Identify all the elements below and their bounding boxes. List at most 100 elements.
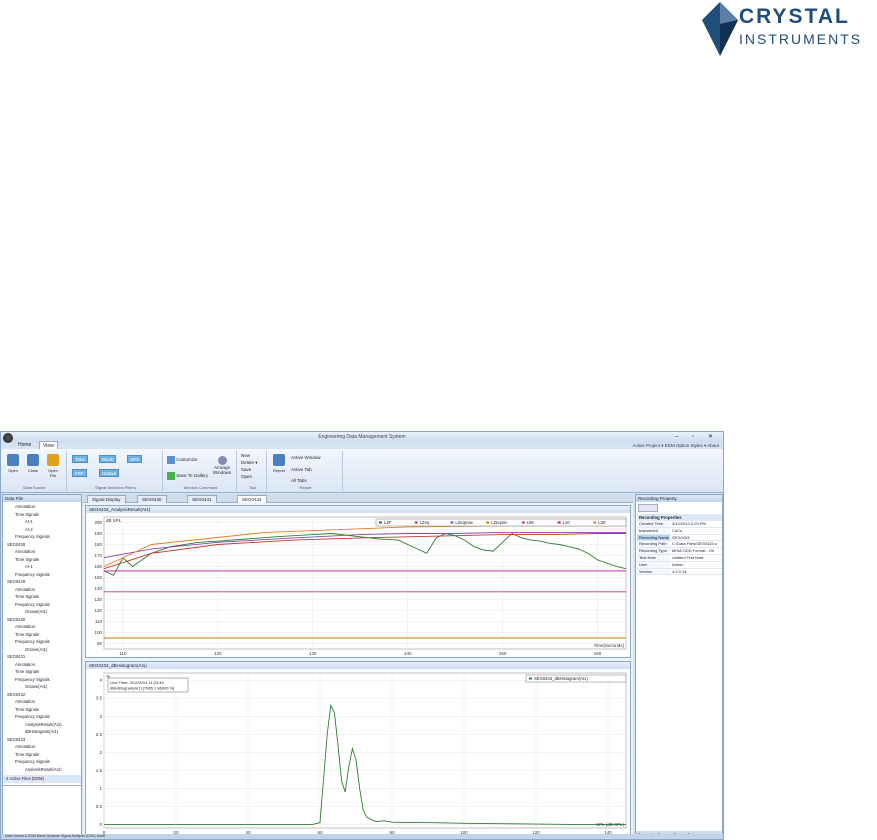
tree-node[interactable]: AI-1: [3, 563, 81, 571]
chip-octave[interactable]: Octave: [99, 469, 120, 477]
tree-node[interactable]: Frequency Signals: [3, 676, 81, 684]
tree-node[interactable]: Annotation: [3, 743, 81, 751]
property-row[interactable]: Recording Name SEG0433: [637, 534, 722, 542]
y-tick-label: 1: [99, 786, 102, 791]
property-value: Admin: [672, 561, 684, 567]
tree-node[interactable]: Annotation: [3, 586, 81, 594]
histogram-chart[interactable]: 0 20 40 60 80 100 120 14000.511.522.533.54SPL (…: [86, 669, 630, 836]
property-value: C:\Data Files\SEG0433.s: [672, 541, 717, 547]
tool-delete[interactable]: Delete ▾: [241, 460, 258, 466]
tree-node[interactable]: Annotation: [3, 548, 81, 556]
center-area: Signal Display SEG0430 SEG0431 SEG0433 SEG0…: [83, 494, 633, 839]
x-tick-label: 130: [309, 651, 317, 656]
tree-node[interactable]: Annotation: [3, 698, 81, 706]
analysis-result-plot[interactable]: SEG0433_AnalysisResult(AI1) 110 120 130 140…: [85, 505, 631, 658]
tree-node-segment[interactable]: SEG0432: [3, 691, 81, 699]
property-row[interactable]: User Admin: [637, 561, 722, 569]
histogram-plot[interactable]: SEG0433_dBHistogram(AI1) 0 20 40 60 80 100 120…: [85, 661, 631, 837]
property-section: Recording Properties: [637, 514, 722, 521]
x-tick-label: 150: [499, 651, 507, 656]
property-row[interactable]: Recording Type MISA ODD Format - Ori: [637, 548, 722, 555]
plot-header: SEG0433_dBHistogram(AI1): [86, 662, 630, 669]
analysis-result-chart[interactable]: 110 120 130 140 150 160 90 100 110 120 130 140 150 16…: [86, 513, 630, 657]
active-tab-button[interactable]: Active Tab: [291, 467, 312, 472]
logo-line1: CRYSTAL: [739, 5, 850, 28]
report-button[interactable]: Report: [271, 454, 287, 473]
property-view-toggle[interactable]: [638, 504, 658, 512]
chip-block[interactable]: Block: [99, 455, 117, 463]
property-row[interactable]: Test Note Untitled Test Note: [637, 554, 722, 562]
tree-node[interactable]: Time Signals: [3, 706, 81, 714]
doc-tab[interactable]: Signal Display: [87, 495, 126, 503]
plot-area[interactable]: [103, 516, 627, 650]
tree-node[interactable]: Time Signals: [3, 631, 81, 639]
tree-node[interactable]: Time Signals: [3, 556, 81, 564]
tree-node[interactable]: Time Signals: [3, 668, 81, 676]
doc-tab[interactable]: SEG0433: [237, 495, 267, 503]
tree-node[interactable]: dBHistogram(AI1): [3, 728, 81, 736]
open-button[interactable]: Open: [5, 454, 21, 473]
tab-home[interactable]: Home: [15, 441, 34, 449]
tool-open[interactable]: Open: [241, 474, 252, 479]
tool-save[interactable]: Save: [241, 467, 251, 472]
tool-new[interactable]: New: [241, 453, 250, 458]
tree-node[interactable]: Frequency Signals: [3, 533, 81, 541]
tree-node[interactable]: AnalysisResult(AI1): [3, 766, 81, 772]
tree-node[interactable]: Octave(AI1): [3, 608, 81, 616]
property-row[interactable]: Recording Path C:\Data Files\SEG0433.s: [637, 541, 722, 549]
tree-node[interactable]: Octave(AI1): [3, 646, 81, 654]
property-key: User: [637, 561, 670, 568]
tree-node[interactable]: AnalysisResult(AI1): [3, 721, 81, 729]
tree-node-segment[interactable]: SEG0430: [3, 616, 81, 624]
tree-node-segment[interactable]: SEG0429: [3, 578, 81, 586]
tree-node-segment[interactable]: SEG0431: [3, 653, 81, 661]
save-to-gallery-button[interactable]: Save To Gallery: [167, 472, 208, 480]
active-window-button[interactable]: Active Window: [291, 455, 321, 460]
tree-node[interactable]: Time Signals: [3, 511, 81, 519]
tree-node[interactable]: AI-1: [3, 518, 81, 526]
file-tree[interactable]: Annotation Time Signals AI-1 AI-2 Frequency …: [3, 503, 81, 771]
tree-node[interactable]: Frequency Signals: [3, 571, 81, 579]
y-tick-label: 100: [94, 630, 102, 635]
property-row[interactable]: Created Time 3/12/2014 2:20 PM: [637, 521, 722, 528]
group-label: Tool: [248, 485, 257, 490]
property-key: Version: [637, 568, 670, 575]
tree-node[interactable]: Frequency Signals: [3, 758, 81, 766]
property-row[interactable]: Version 4.2.0.14: [637, 568, 722, 576]
legend-swatch: [593, 521, 597, 524]
tree-node[interactable]: Octave(AI1): [3, 683, 81, 691]
tree-node[interactable]: Frequency Signals: [3, 638, 81, 646]
tree-node[interactable]: Time Signals: [3, 751, 81, 759]
doc-tab[interactable]: SEG0430: [137, 495, 167, 503]
chip-time[interactable]: Time: [72, 455, 88, 463]
doc-tab[interactable]: SEG0431: [187, 495, 217, 503]
tree-node[interactable]: Annotation: [3, 661, 81, 669]
property-key: Recording Name: [637, 534, 670, 541]
chip-aps[interactable]: APS: [127, 455, 143, 463]
data-file-panel: Data File Annotation Time Signals AI-1 AI-2…: [2, 494, 82, 839]
customize-button[interactable]: Customize: [167, 456, 198, 464]
tree-node-segment[interactable]: SEG0428: [3, 541, 81, 549]
open-file-button[interactable]: Open File: [45, 454, 61, 478]
tree-node[interactable]: Time Signals: [3, 593, 81, 601]
property-row[interactable]: Instrument CoCo: [637, 527, 722, 535]
document-tabs: Signal Display SEG0430 SEG0431 SEG0433: [83, 494, 633, 503]
tree-node[interactable]: Annotation: [3, 623, 81, 631]
readout-line: Line Time: 3/12/2014 11:23:49: [110, 680, 165, 685]
tree-node[interactable]: Frequency Signals: [3, 713, 81, 721]
tree-node[interactable]: Annotation: [3, 503, 81, 511]
window-controls[interactable]: – ▫ ✕: [675, 433, 719, 440]
tree-node-segment[interactable]: SEG0433: [3, 736, 81, 744]
legend-entry: LZeqmax: [455, 520, 473, 525]
property-table: Recording Properties Created Time 3/12/20…: [637, 514, 722, 576]
chip-frf[interactable]: FRF: [72, 469, 87, 477]
arrange-windows-button[interactable]: Arrange Windows: [211, 456, 233, 475]
plot-area[interactable]: [103, 672, 627, 829]
tree-node[interactable]: AI-2: [3, 526, 81, 534]
legend-entry: LZeq: [420, 520, 430, 525]
legend-swatch: [521, 521, 525, 524]
close-button[interactable]: Close: [25, 454, 41, 473]
tree-node[interactable]: Frequency Signals: [3, 601, 81, 609]
all-tabs-button[interactable]: All Tabs: [291, 478, 307, 483]
y-tick-label: 130: [94, 597, 102, 602]
